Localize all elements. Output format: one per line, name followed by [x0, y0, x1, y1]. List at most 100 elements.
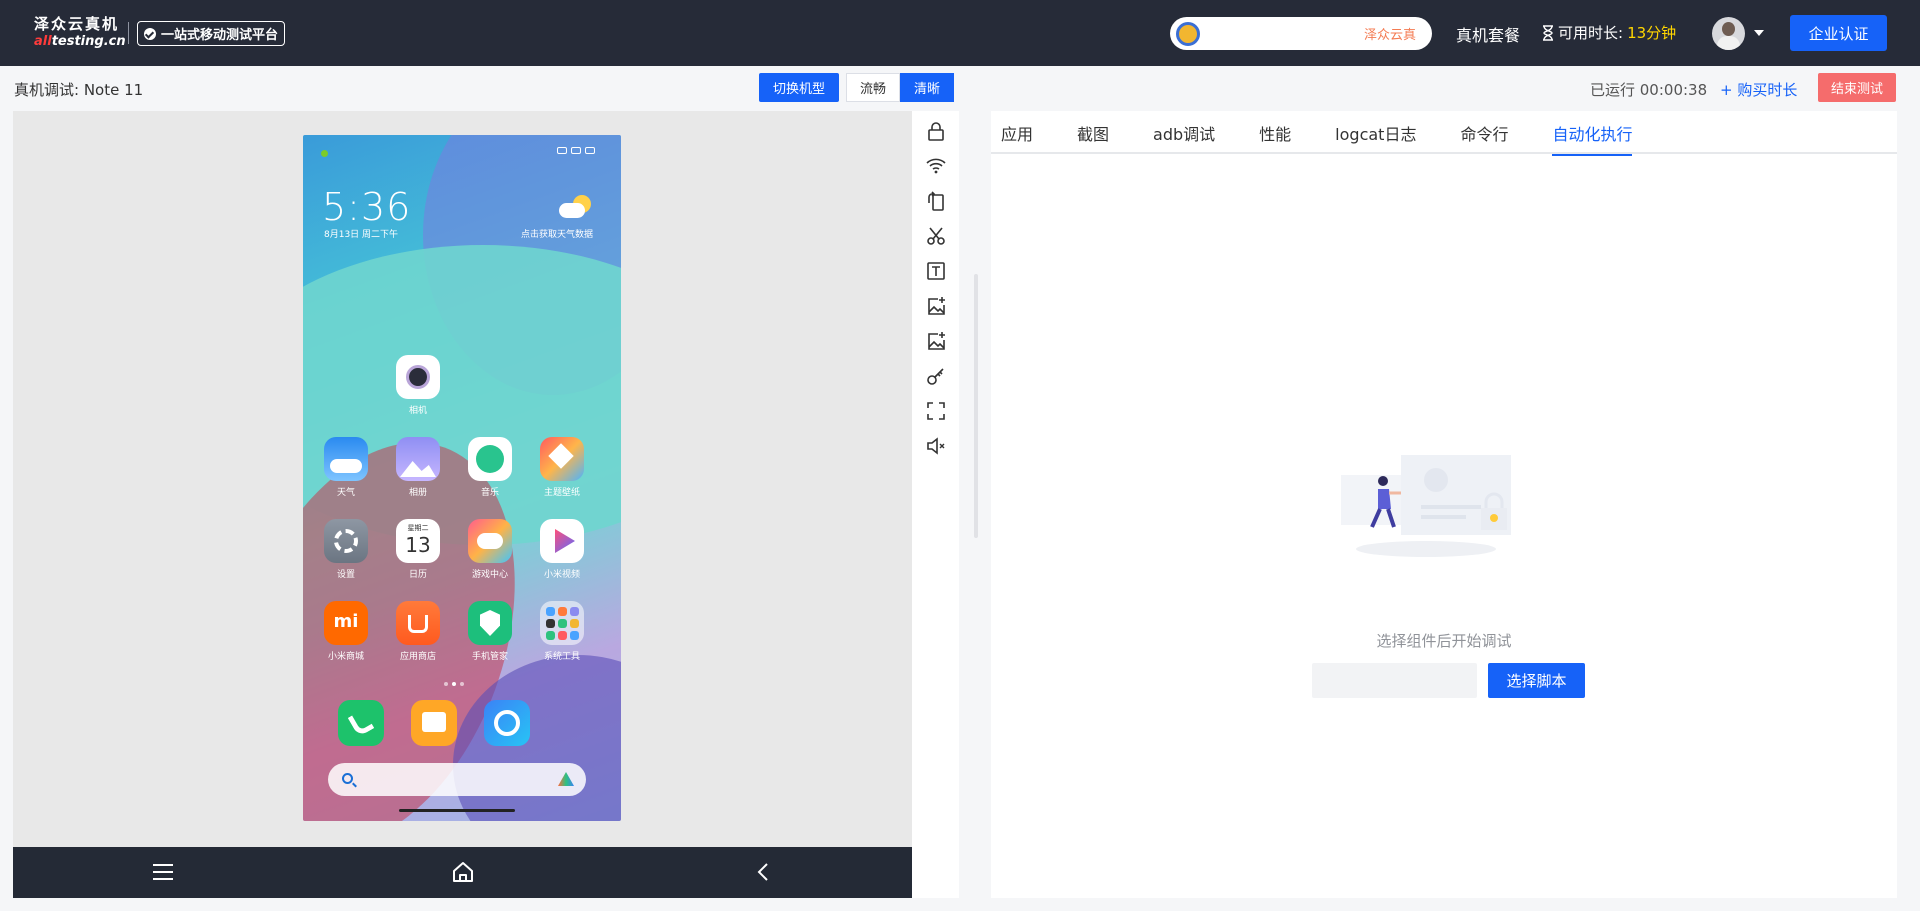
empty-state-text: 选择组件后开始调试: [1376, 632, 1512, 650]
browser-icon: [484, 700, 530, 746]
top-navbar: 泽众云真机 alltesting.cn 一站式移动测试平台 泽众云真 真机套餐 …: [0, 0, 1920, 66]
tab-command-line[interactable]: 命令行: [1450, 111, 1518, 154]
back-icon[interactable]: [750, 859, 776, 885]
weather-widget-icon[interactable]: [555, 195, 591, 221]
page-indicator: [444, 682, 464, 686]
image-add-icon[interactable]: [926, 331, 946, 351]
chevron-down-icon[interactable]: [1754, 30, 1764, 36]
brand-logo[interactable]: 泽众云真机 alltesting.cn: [34, 14, 126, 54]
search-icon: [342, 773, 353, 784]
image-upload-icon[interactable]: [926, 296, 946, 316]
lockscreen-clock: 5:36: [322, 185, 412, 229]
game-center-icon: [468, 519, 512, 563]
page-title: 真机调试: Note 11: [14, 81, 144, 99]
time-label: 可用时长:: [1558, 24, 1624, 42]
security-icon: [468, 601, 512, 645]
status-bar-icons: [557, 147, 595, 154]
tab-automation[interactable]: 自动化执行: [1542, 111, 1642, 156]
app-themes[interactable]: 主题壁纸: [532, 437, 592, 498]
logo-domain: alltesting.cn: [34, 34, 126, 49]
menu-icon[interactable]: [150, 859, 176, 885]
video-icon: [540, 519, 584, 563]
pill-text: 泽众云真: [1363, 28, 1416, 43]
quality-smooth-option[interactable]: 流畅: [846, 73, 900, 102]
gallery-icon: [396, 437, 440, 481]
themes-icon: [540, 437, 584, 481]
tab-performance[interactable]: 性能: [1249, 111, 1301, 154]
enterprise-auth-button[interactable]: 企业认证: [1790, 15, 1887, 51]
dock-browser[interactable]: [477, 700, 537, 746]
announcement-pill[interactable]: 泽众云真: [1170, 17, 1432, 50]
tools-folder-icon: [540, 601, 584, 645]
text-input-icon[interactable]: [926, 261, 946, 281]
weather-note[interactable]: 点击获取天气数据: [521, 227, 593, 240]
gesture-bar[interactable]: [399, 809, 515, 812]
dock-messages[interactable]: [404, 700, 464, 746]
key-icon[interactable]: [926, 366, 946, 386]
panel-scrollbar[interactable]: [974, 274, 978, 538]
switch-device-button[interactable]: 切换机型: [759, 73, 839, 102]
end-test-button[interactable]: 结束测试: [1818, 73, 1896, 102]
app-mi-store[interactable]: mi 小米商城: [316, 601, 376, 662]
buy-time-link[interactable]: + 购买时长: [1720, 79, 1797, 100]
app-gallery[interactable]: 相册: [388, 437, 448, 498]
lock-icon[interactable]: [926, 121, 946, 141]
weather-app-icon: [324, 437, 368, 481]
tab-adb[interactable]: adb调试: [1143, 111, 1225, 154]
mute-icon[interactable]: [926, 436, 946, 456]
settings-icon: [324, 519, 368, 563]
app-music[interactable]: 音乐: [460, 437, 520, 498]
rotate-icon[interactable]: [926, 191, 946, 211]
music-icon: [468, 437, 512, 481]
slogan-badge: 一站式移动测试平台: [137, 21, 286, 46]
app-settings[interactable]: 设置: [316, 519, 376, 580]
app-store-icon: [396, 601, 440, 645]
quality-hd-option[interactable]: 清晰: [900, 73, 954, 102]
tab-logcat[interactable]: logcat日志: [1325, 111, 1426, 154]
lockscreen-date: 8月13日 周二下午: [324, 230, 399, 240]
debug-tabs: 应用 截图 adb调试 性能 logcat日志 命令行 自动化执行: [991, 111, 1897, 156]
camera-icon: [396, 355, 440, 399]
run-time: 已运行 00:00:38: [1590, 81, 1708, 99]
select-script-button[interactable]: 选择脚本: [1488, 663, 1585, 698]
slogan-text: 一站式移动测试平台: [161, 28, 279, 43]
quality-toggle: 流畅 清晰: [846, 73, 954, 102]
assistant-icon[interactable]: [558, 772, 574, 786]
app-app-store[interactable]: 应用商店: [388, 601, 448, 662]
app-tools-folder[interactable]: 系统工具: [532, 601, 592, 662]
pill-avatar-icon: [1176, 21, 1200, 46]
mi-store-icon: mi: [324, 601, 368, 645]
calendar-icon: 星期二 13: [396, 519, 440, 563]
alarm-icon: [557, 147, 567, 154]
phone-search-bar[interactable]: [328, 763, 586, 796]
fullscreen-icon[interactable]: [926, 401, 946, 421]
app-weather[interactable]: 天气: [316, 437, 376, 498]
signal-icon: [571, 147, 581, 154]
phone-dialer-icon: [338, 700, 384, 746]
scissors-icon[interactable]: [926, 226, 946, 246]
app-video[interactable]: 小米视频: [532, 519, 592, 580]
app-calendar[interactable]: 星期二 13 日历: [388, 519, 448, 580]
device-toolbar: [912, 111, 959, 898]
device-nav-bar: [13, 847, 912, 898]
home-icon[interactable]: [450, 859, 476, 885]
available-time: 可用时长: 13分钟: [1542, 22, 1676, 43]
tab-apps[interactable]: 应用: [991, 111, 1043, 154]
nav-device-package[interactable]: 真机套餐: [1456, 22, 1520, 46]
wifi-icon[interactable]: [926, 156, 946, 176]
logo-chinese: 泽众云真机: [34, 15, 120, 33]
status-indicator: [321, 150, 328, 157]
hourglass-icon: [1542, 24, 1554, 41]
script-input[interactable]: [1312, 663, 1477, 698]
app-game-center[interactable]: 游戏中心: [460, 519, 520, 580]
logo-divider: [128, 22, 129, 44]
phone-screen[interactable]: 5:36 8月13日 周二下午 点击获取天气数据 相机 天气 相册 音乐 主题壁…: [303, 135, 621, 821]
app-camera[interactable]: 相机: [388, 355, 448, 416]
dock-phone[interactable]: [331, 700, 391, 746]
empty-state-illustration: [1331, 445, 1514, 559]
check-circle-icon: [144, 27, 156, 40]
user-avatar[interactable]: [1712, 17, 1745, 50]
battery-icon: [585, 147, 595, 154]
tab-screenshot[interactable]: 截图: [1067, 111, 1119, 154]
app-security[interactable]: 手机管家: [460, 601, 520, 662]
